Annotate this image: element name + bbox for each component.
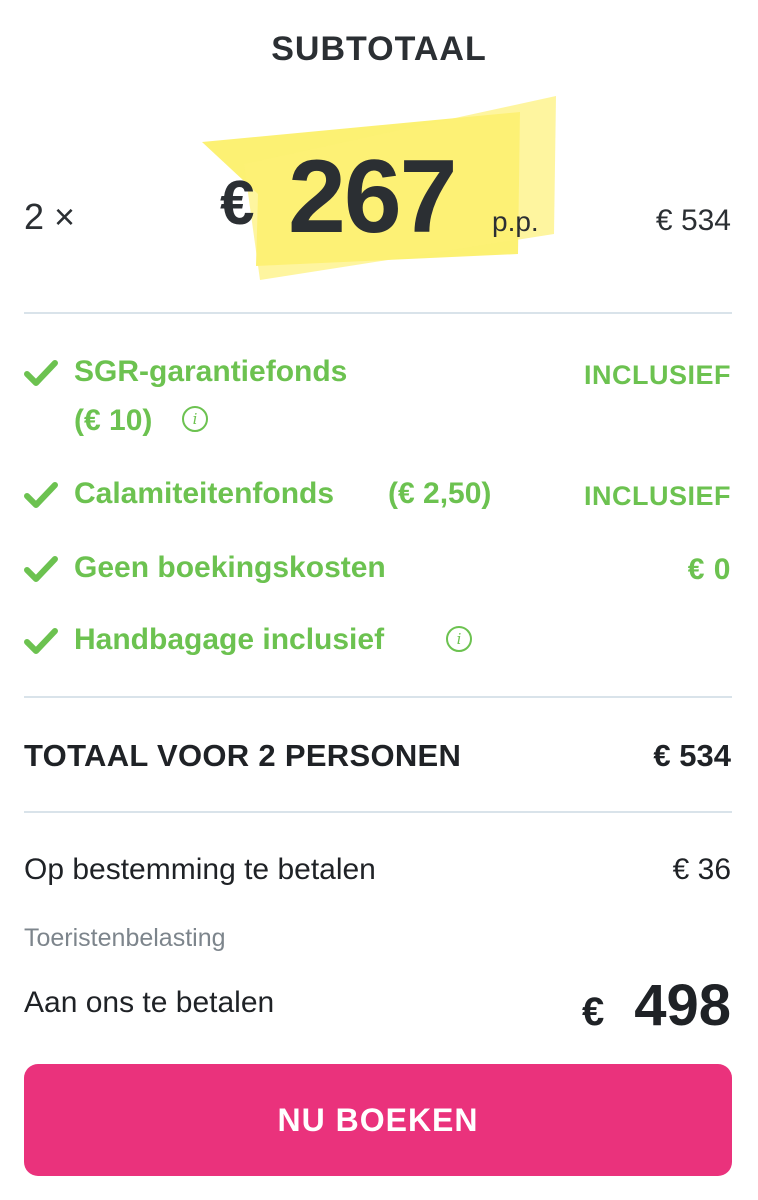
- feature-label-boekingskosten: Geen boekingskosten: [74, 551, 386, 584]
- price-per-person: 267: [288, 139, 458, 255]
- pay-currency: €: [582, 990, 605, 1034]
- price-currency: €: [220, 169, 255, 238]
- feature-calamiteiten-amount: (€ 2,50): [388, 477, 492, 510]
- divider: [24, 696, 732, 698]
- book-now-button[interactable]: NU BOEKEN: [24, 1064, 732, 1176]
- feature-label-calamiteiten: Calamiteitenfonds: [74, 477, 335, 510]
- destination-value: € 36: [672, 853, 731, 886]
- subtotal-amount: € 534: [655, 204, 731, 237]
- feature-value-sgr: INCLUSIEF: [583, 360, 731, 390]
- info-icon[interactable]: i: [446, 626, 472, 652]
- info-icon[interactable]: i: [182, 406, 208, 432]
- destination-label: Op bestemming te betalen: [24, 853, 376, 886]
- feature-label-sgr: SGR-garantiefonds: [74, 355, 348, 388]
- subtotal-title: SUBTOTAAL: [271, 30, 487, 68]
- pay-value: 498: [634, 973, 731, 1038]
- total-value: € 534: [653, 738, 731, 773]
- feature-value-calamiteiten: INCLUSIEF: [583, 481, 731, 511]
- feature-label-handbagage: Handbagage inclusief: [74, 623, 385, 656]
- check-icon: [24, 360, 58, 386]
- per-person-label: p.p.: [492, 206, 539, 237]
- check-icon: [24, 556, 58, 582]
- quantity-label: 2 ×: [24, 196, 76, 237]
- feature-value-boekingskosten: € 0: [687, 553, 731, 586]
- check-icon: [24, 482, 58, 508]
- divider: [24, 811, 732, 813]
- total-label: TOTAAL VOOR 2 PERSONEN: [24, 738, 462, 773]
- tourist-tax-note: Toeristenbelasting: [24, 924, 226, 952]
- feature-sgr-amount: (€ 10): [74, 404, 153, 437]
- check-icon: [24, 628, 58, 654]
- divider: [24, 312, 732, 314]
- pay-label: Aan ons te betalen: [24, 986, 275, 1019]
